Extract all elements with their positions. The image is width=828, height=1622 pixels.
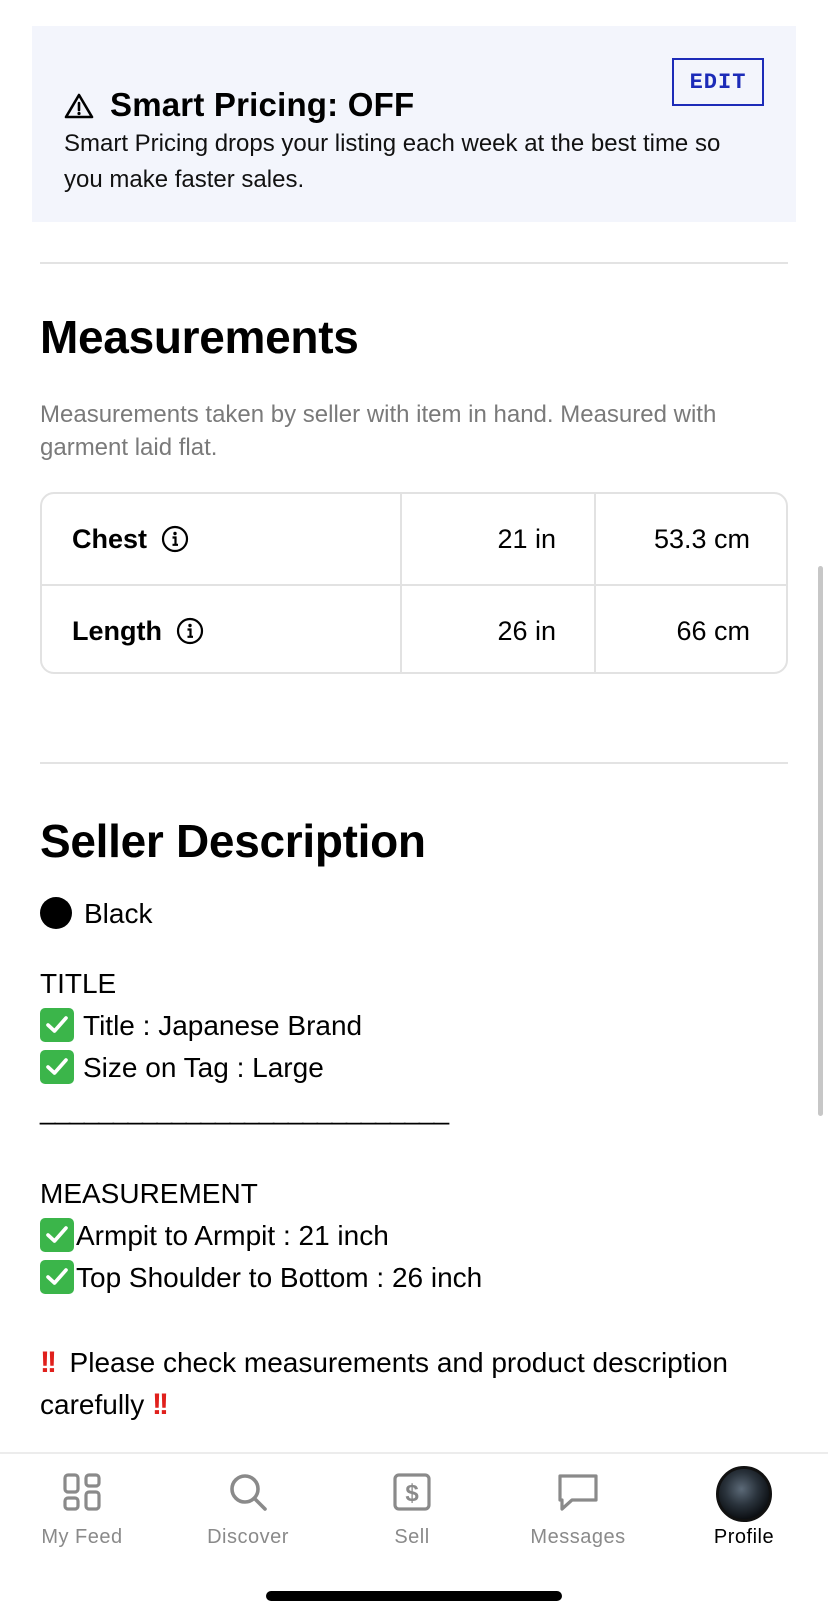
measurement-cm: 53.3 cm [653,523,750,554]
check-mark-icon [40,1049,74,1084]
edit-button[interactable]: EDIT [672,58,764,106]
dollar-tag-icon: $ [392,1472,432,1517]
seller-description-heading: Seller Description [40,815,426,867]
description-line: Size on Tag : Large [40,1049,324,1087]
description-line: Armpit to Armpit : 21 inch [40,1217,389,1255]
measurement-cm: 66 cm [676,615,750,646]
measurements-table: Chest 21 in 53.3 cm Length 26 in 66 cm [40,492,788,674]
warning-line: carefully !! [40,1388,169,1421]
smart-pricing-description: Smart Pricing drops your listing each we… [64,130,721,193]
measurement-header: MEASUREMENT [40,1178,258,1209]
tab-sell[interactable]: $ Sell [332,1454,492,1584]
measurement-label: Chest [72,523,148,554]
divider [40,762,788,764]
chat-bubble-icon [556,1472,600,1517]
divider [40,262,788,264]
smart-pricing-banner: Smart Pricing: OFF EDIT Smart Pricing dr… [32,26,796,222]
double-exclamation-icon: !! [40,1346,57,1379]
tab-discover[interactable]: Discover [168,1454,328,1584]
separator-line: ____________________________ [40,1094,449,1125]
description-line: Title : Japanese Brand [40,1007,362,1045]
table-row: Chest 21 in 53.3 cm [42,494,786,584]
measurement-inches: 26 in [497,615,556,646]
double-exclamation-icon: !! [152,1388,169,1421]
table-row: Length 26 in 66 cm [42,584,786,672]
info-icon[interactable] [176,617,204,645]
description-line: Top Shoulder to Bottom : 26 inch [40,1259,482,1297]
tab-my-feed[interactable]: My Feed [2,1454,162,1584]
color-swatch [40,896,72,929]
measurements-heading: Measurements [40,311,359,363]
scrollbar[interactable] [818,566,823,1116]
tab-profile[interactable]: Profile [664,1454,824,1584]
measurement-label: Length [72,615,162,646]
warning-icon [64,92,94,125]
measurement-inches: 21 in [497,523,556,554]
check-mark-icon [40,1259,74,1294]
svg-text:$: $ [405,1480,419,1507]
grid-icon [62,1472,102,1517]
avatar [716,1466,772,1522]
info-icon[interactable] [161,525,189,553]
home-indicator [266,1591,562,1601]
check-mark-icon [40,1007,74,1042]
tab-messages[interactable]: Messages [498,1454,658,1584]
check-mark-icon [40,1217,74,1252]
title-header: TITLE [40,968,117,999]
color-label: Black [84,898,153,929]
smart-pricing-title: Smart Pricing: OFF [110,86,415,123]
color-row: Black [40,896,153,932]
measurements-note: Measurements taken by seller with item i… [40,401,717,461]
search-icon [228,1472,268,1517]
warning-line: !! Please check measurements and product… [40,1346,728,1379]
